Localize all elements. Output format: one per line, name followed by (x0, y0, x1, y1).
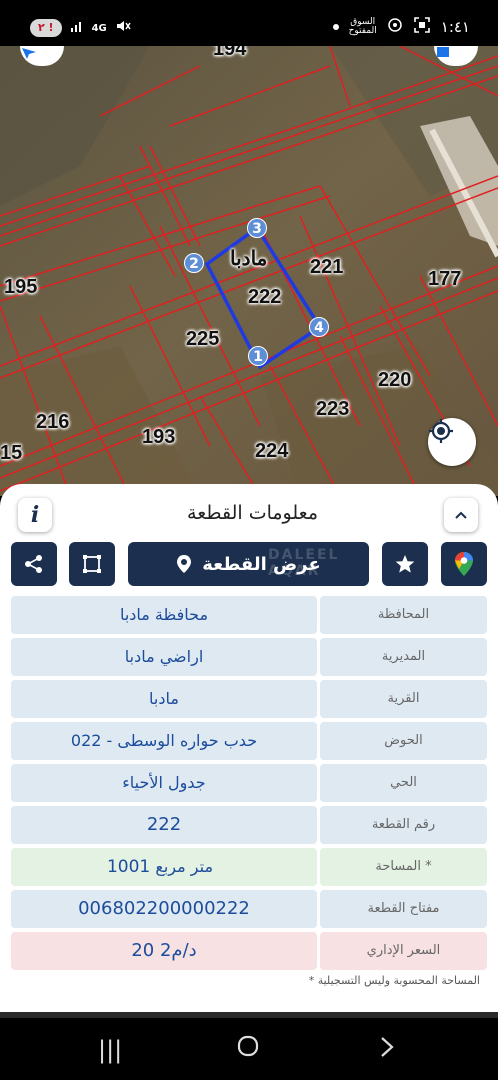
recent-apps-button[interactable]: ||| (98, 1036, 122, 1064)
vertex-4[interactable]: 4 (309, 317, 329, 337)
parcel-key-value: 006802200000222 (11, 890, 317, 928)
table-row: اراضي مادبا المديرية (11, 638, 487, 676)
collapse-button[interactable] (444, 498, 478, 532)
status-bar: ٢ ! 4G السوق المفتوح ١:٤١ (0, 0, 498, 46)
parcel-number-value: 222 (11, 806, 317, 844)
sheet-title: معلومات القطعة (187, 502, 318, 524)
clock: ١:٤١ (440, 18, 470, 36)
status-right: السوق المفتوح ١:٤١ (332, 16, 470, 38)
area-footnote: * المساحة المحسوبة وليس التسجيلية (308, 974, 480, 987)
my-location-button[interactable] (428, 418, 476, 466)
network-type: 4G (91, 22, 107, 34)
parcel-number-222: 222 (248, 286, 282, 308)
parcel-info-sheet: i معلومات القطعة DALEEL AQAR عرض القطعة … (0, 484, 498, 1024)
screenshot-icon (413, 16, 431, 38)
app-icon: السوق المفتوح (348, 17, 377, 36)
pin-icon (177, 555, 192, 573)
share-button[interactable] (11, 542, 57, 586)
admin-price-label: السعر الإداري (320, 932, 487, 970)
parcel-number-224: 224 (255, 440, 289, 462)
map-canvas (0, 46, 498, 496)
favorite-button[interactable] (382, 542, 428, 586)
admin-price-value: 20 د/م2 (11, 932, 317, 970)
village-label: مادبا (230, 248, 268, 270)
parcel-number-225: 225 (186, 328, 220, 350)
area-unit: متر مربع (155, 857, 214, 876)
parcel-number-194: 194 (213, 46, 247, 60)
dot-icon (332, 24, 339, 30)
table-row: 222 رقم القطعة (11, 806, 487, 844)
parcel-key-label: مفتاح القطعة (320, 890, 487, 928)
google-maps-icon (455, 552, 473, 576)
table-row: 1001 متر مربع المساحة * (11, 848, 487, 886)
vertex-1[interactable]: 1 (248, 346, 268, 366)
map-view[interactable]: 194 195 221 177 222 225 220 216 193 223 … (0, 46, 498, 496)
sheet-header: i معلومات القطعة (0, 498, 498, 538)
neighborhood-label: الحي (320, 764, 487, 802)
show-parcel-button[interactable]: DALEEL AQAR عرض القطعة (128, 542, 369, 586)
parcel-number-220: 220 (378, 369, 412, 391)
directorate-value: اراضي مادبا (11, 638, 317, 676)
directorate-label: المديرية (320, 638, 487, 676)
parcel-number-15: 15 (0, 442, 23, 464)
table-row: مادبا القرية (11, 680, 487, 718)
mute-icon (115, 18, 131, 38)
parcel-number-label: رقم القطعة (320, 806, 487, 844)
star-icon (395, 555, 415, 573)
notification-badge: ٢ ! (30, 19, 62, 37)
parcel-number-221: 221 (310, 256, 344, 278)
table-row: جدول الأحياء الحي (11, 764, 487, 802)
parcel-number-223: 223 (316, 398, 350, 420)
home-icon (237, 1035, 259, 1057)
sheet-toolbar: DALEEL AQAR عرض القطعة (0, 542, 498, 588)
watermark: DALEEL AQAR (268, 547, 340, 579)
status-left: ٢ ! 4G (30, 18, 131, 38)
info-button[interactable]: i (18, 498, 52, 532)
neighborhood-value: جدول الأحياء (11, 764, 317, 802)
parcel-number-216: 216 (36, 411, 70, 433)
parcel-number-193: 193 (142, 426, 176, 448)
signal-icon (70, 19, 84, 37)
app-icon (387, 17, 403, 37)
table-row: 20 د/م2 السعر الإداري (11, 932, 487, 970)
area-number: 1001 (106, 857, 151, 877)
crosshair-icon (429, 419, 453, 443)
basin-label: الحوض (320, 722, 487, 760)
google-maps-button[interactable] (441, 542, 487, 586)
vertex-2[interactable]: 2 (184, 253, 204, 273)
governorate-label: المحافظة (320, 596, 487, 634)
home-button[interactable] (236, 1034, 260, 1064)
parcel-number-177: 177 (428, 268, 462, 290)
parcel-info-table: محافظة مادبا المحافظة اراضي مادبا المدير… (11, 596, 487, 974)
parcel-number-195: 195 (4, 276, 38, 298)
measure-button[interactable] (69, 542, 115, 586)
screen: ٢ ! 4G السوق المفتوح ١:٤١ 194 195 221 17… (0, 0, 498, 1080)
back-icon (381, 1037, 394, 1057)
village-value: مادبا (11, 680, 317, 718)
system-nav-bar: ||| (0, 1018, 498, 1080)
basin-value: حدب حواره الوسطى - 022 (11, 722, 317, 760)
table-row: 006802200000222 مفتاح القطعة (11, 890, 487, 928)
vertex-3[interactable]: 3 (247, 218, 267, 238)
chevron-up-icon (455, 511, 467, 519)
share-icon (25, 555, 42, 573)
back-button[interactable] (378, 1036, 396, 1064)
area-label: المساحة * (320, 848, 487, 886)
governorate-value: محافظة مادبا (11, 596, 317, 634)
table-row: محافظة مادبا المحافظة (11, 596, 487, 634)
area-value: 1001 متر مربع (11, 848, 317, 886)
village-label: القرية (320, 680, 487, 718)
table-row: حدب حواره الوسطى - 022 الحوض (11, 722, 487, 760)
polygon-icon (83, 555, 101, 573)
